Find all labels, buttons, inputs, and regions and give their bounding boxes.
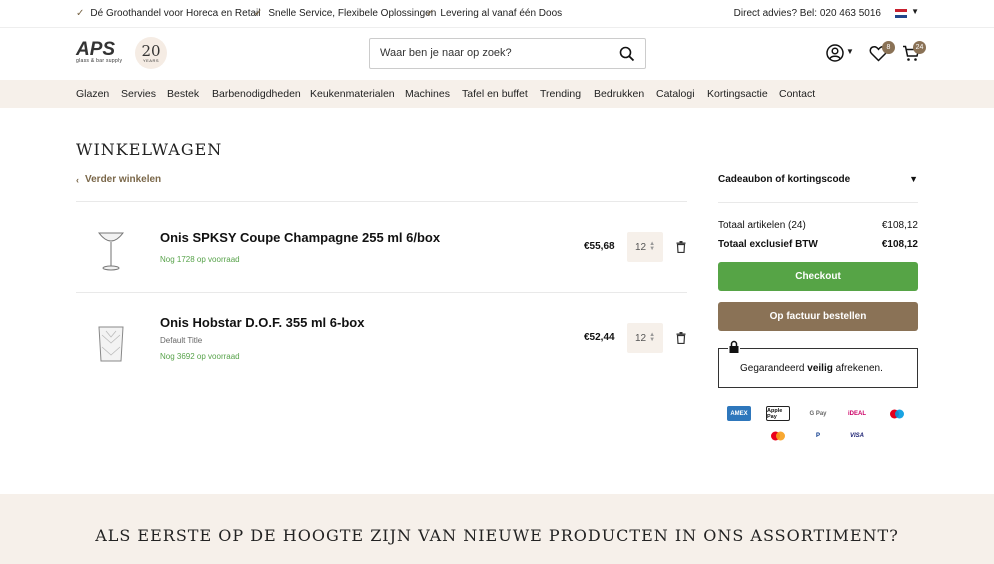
product-image-coupe-glass[interactable] bbox=[96, 227, 126, 272]
ideal-icon: iDEAL bbox=[845, 406, 869, 421]
stepper-arrows-icon[interactable]: ▲ ▼ bbox=[649, 241, 655, 252]
secure-checkout-box: Gegarandeerd veilig afrekenen. bbox=[718, 348, 918, 388]
nav-item-catalogi[interactable]: Catalogi bbox=[656, 88, 695, 100]
nav-item-machines[interactable]: Machines bbox=[405, 88, 450, 100]
trash-icon[interactable] bbox=[676, 332, 686, 344]
trash-icon[interactable] bbox=[676, 241, 686, 253]
cart-item: Onis SPKSY Coupe Champagne 255 ml 6/box … bbox=[76, 202, 687, 292]
search-box bbox=[369, 38, 646, 69]
check-icon: ✓ bbox=[76, 8, 85, 19]
nav-item-contact[interactable]: Contact bbox=[779, 88, 815, 100]
invoice-order-button[interactable]: Op factuur bestellen bbox=[718, 302, 918, 331]
account-icon[interactable] bbox=[826, 44, 844, 62]
logo[interactable]: APS glass & bar supply bbox=[76, 40, 122, 64]
usp-item: ✓ Levering al vanaf één Doos bbox=[426, 8, 563, 19]
chevron-down-icon[interactable]: ▼ bbox=[909, 174, 918, 184]
newsletter-band: ALS EERSTE OP DE HOOGTE ZIJN VAN NIEUWE … bbox=[0, 494, 994, 564]
stock-status: Nog 1728 op voorraad bbox=[160, 255, 240, 264]
usp-bar: ✓ Dé Groothandel voor Horeca en Retail ✓ S… bbox=[0, 0, 994, 28]
checkout-button[interactable]: Checkout bbox=[718, 262, 918, 291]
continue-shopping-link[interactable]: ‹ Verder winkelen bbox=[76, 174, 161, 185]
mastercard-icon bbox=[766, 428, 790, 443]
wishlist-count-badge: 8 bbox=[882, 41, 895, 54]
quantity-stepper[interactable]: 12 ▲ ▼ bbox=[627, 323, 663, 353]
product-title[interactable]: Onis SPKSY Coupe Champagne 255 ml 6/box bbox=[160, 230, 440, 245]
page-title: WINKELWAGEN bbox=[76, 140, 223, 159]
paypal-icon: P bbox=[806, 428, 830, 443]
cart-count-badge: 24 bbox=[913, 41, 926, 54]
language-flag-icon[interactable] bbox=[895, 9, 907, 18]
lock-icon bbox=[728, 340, 740, 354]
nav-item-bestek[interactable]: Bestek bbox=[167, 88, 199, 100]
nav-item-tafel-en-buffet[interactable]: Tafel en buffet bbox=[462, 88, 528, 100]
chevron-left-icon: ‹ bbox=[76, 174, 79, 185]
stepper-arrows-icon[interactable]: ▲ ▼ bbox=[649, 332, 655, 343]
visa-icon: VISA bbox=[845, 428, 869, 443]
usp-item: ✓ Dé Groothandel voor Horeca en Retail bbox=[76, 8, 261, 19]
nav-item-keukenmaterialen[interactable]: Keukenmaterialen bbox=[310, 88, 395, 100]
check-icon: ✓ bbox=[254, 8, 263, 19]
search-input[interactable] bbox=[380, 39, 610, 67]
nav-item-kortingsactie[interactable]: Kortingsactie bbox=[707, 88, 768, 100]
newsletter-title: ALS EERSTE OP DE HOOGTE ZIJN VAN NIEUWE … bbox=[95, 526, 899, 545]
coupon-toggle[interactable]: Cadeaubon of kortingscode ▼ bbox=[718, 174, 918, 185]
divider bbox=[718, 202, 918, 203]
nav-item-glazen[interactable]: Glazen bbox=[76, 88, 109, 100]
maestro-circles-icon bbox=[890, 409, 904, 418]
nav-item-servies[interactable]: Servies bbox=[121, 88, 156, 100]
usp-item: ✓ Snelle Service, Flexibele Oplossingen bbox=[254, 8, 437, 19]
quantity-stepper[interactable]: 12 ▲ ▼ bbox=[627, 232, 663, 262]
mastercard-circles-icon bbox=[771, 431, 785, 440]
main-nav: Glazen Servies Bestek Barbenodigdheden K… bbox=[0, 80, 994, 108]
total-ex-vat-row: Totaal exclusief BTW €108,12 bbox=[718, 239, 918, 250]
anniversary-badge: 20 YEARS bbox=[135, 37, 167, 69]
chevron-down-icon[interactable]: ▼ bbox=[911, 7, 919, 16]
stock-status: Nog 3692 op voorraad bbox=[160, 352, 240, 361]
product-image-tumbler-glass[interactable] bbox=[96, 323, 126, 368]
product-price: €52,44 bbox=[584, 332, 615, 343]
google-pay-icon: G Pay bbox=[806, 406, 830, 421]
cart-item: Onis Hobstar D.O.F. 355 ml 6-box Default… bbox=[76, 293, 687, 383]
chevron-down-icon[interactable]: ▼ bbox=[846, 47, 854, 56]
nav-item-trending[interactable]: Trending bbox=[540, 88, 581, 100]
variant-label: Default Title bbox=[160, 336, 203, 345]
total-items-row: Totaal artikelen (24) €108,12 bbox=[718, 220, 918, 231]
search-icon[interactable] bbox=[619, 46, 635, 62]
nav-item-bedrukken[interactable]: Bedrukken bbox=[594, 88, 644, 100]
product-price: €55,68 bbox=[584, 241, 615, 252]
apple-pay-icon: Apple Pay bbox=[766, 406, 790, 421]
check-icon: ✓ bbox=[426, 8, 435, 19]
nav-item-barbenodigdheden[interactable]: Barbenodigdheden bbox=[212, 88, 301, 100]
maestro-icon bbox=[885, 406, 909, 421]
site-header: APS glass & bar supply 20 YEARS ▼ 8 24 bbox=[0, 28, 994, 80]
amex-icon: AMEX bbox=[727, 406, 751, 421]
phone-advice[interactable]: Direct advies? Bel: 020 463 5016 bbox=[734, 8, 881, 19]
product-title[interactable]: Onis Hobstar D.O.F. 355 ml 6-box bbox=[160, 315, 364, 330]
